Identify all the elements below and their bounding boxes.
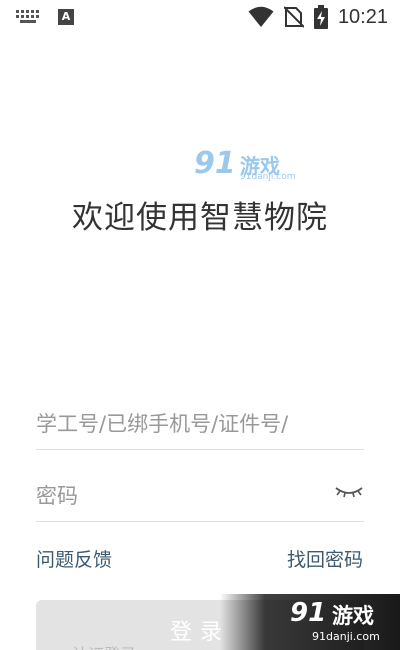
password-field bbox=[36, 470, 364, 522]
corner-watermark: 91 游戏 91danji.com bbox=[220, 594, 400, 650]
account-input[interactable] bbox=[36, 398, 336, 450]
keyboard-icon bbox=[16, 10, 40, 24]
corner-watermark-text: 游戏 bbox=[332, 604, 374, 628]
feedback-link[interactable]: 问题反馈 bbox=[36, 545, 112, 572]
no-sim-icon bbox=[283, 6, 304, 28]
battery-charging-icon bbox=[313, 5, 328, 29]
account-field bbox=[36, 398, 364, 450]
corner-watermark-number: 91 bbox=[290, 598, 327, 628]
clock-time: 10:21 bbox=[337, 5, 388, 28]
password-input[interactable] bbox=[36, 470, 336, 522]
watermark-url: 91danji.com bbox=[240, 172, 296, 182]
corner-watermark-url: 91danji.com bbox=[312, 630, 380, 643]
page-title: 欢迎使用智慧物院 bbox=[72, 200, 328, 236]
wifi-icon bbox=[248, 6, 274, 27]
a-notification-icon: A bbox=[58, 9, 74, 25]
eye-closed-icon[interactable] bbox=[334, 482, 364, 502]
watermark-number: 91 bbox=[194, 146, 236, 181]
status-bar: A 10:21 bbox=[0, 0, 400, 36]
login-sub-hint: 认证登录 bbox=[72, 641, 136, 650]
recover-password-link[interactable]: 找回密码 bbox=[287, 545, 363, 572]
watermark-logo: 91 游戏 91danji.com bbox=[194, 146, 295, 186]
